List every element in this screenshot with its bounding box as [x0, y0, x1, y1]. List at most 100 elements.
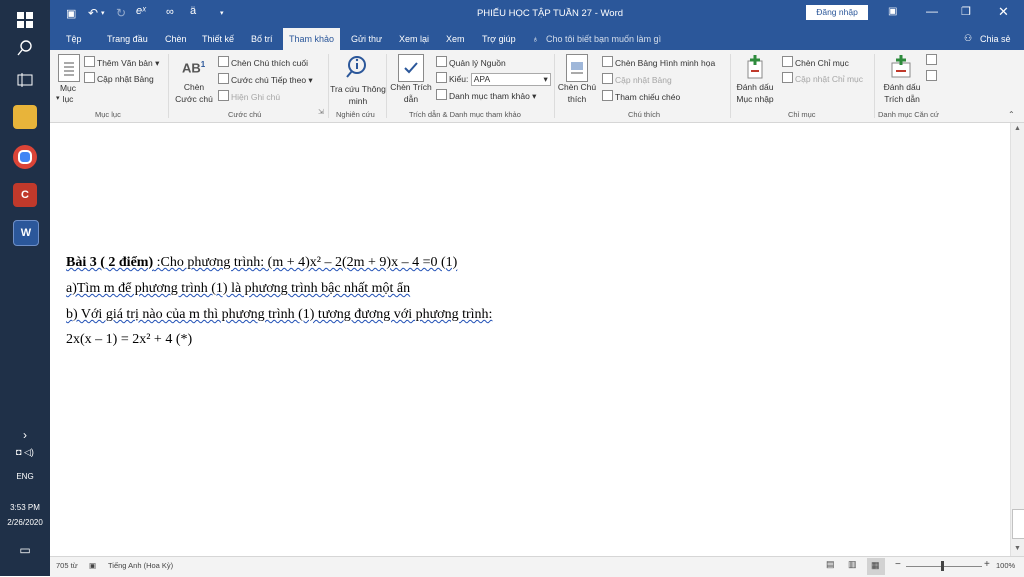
insert-caption-button[interactable]: Chèn Chú thích — [555, 81, 599, 105]
collapse-ribbon-icon[interactable]: ⌃ — [1008, 110, 1015, 119]
insert-citation-button[interactable]: Chèn Trích dẫn — [388, 81, 434, 105]
web-layout-icon: ▦ — [871, 560, 880, 570]
show-hidden-icons-chevron-icon[interactable]: › — [0, 428, 50, 442]
proofing-icon[interactable]: ▣ — [89, 561, 96, 570]
undo-icon[interactable]: ↶ — [88, 6, 98, 20]
web-layout-button[interactable]: ▦ — [867, 558, 885, 575]
ribbon-references: Mục lục ▾ Thêm Văn bản ▾ Cập nhật Bảng M… — [50, 50, 1024, 123]
tab-review[interactable]: Xem lại — [395, 28, 433, 50]
style-label: Kiểu: — [449, 74, 469, 84]
insert-table-of-figures-button[interactable]: Chèn Bảng Hình minh họa — [602, 56, 715, 68]
insert-index-button[interactable]: Chèn Chỉ mục — [782, 56, 849, 68]
chrome-icon[interactable] — [13, 145, 37, 169]
task-view-button[interactable] — [0, 60, 50, 100]
tab-file[interactable]: Tệp — [62, 28, 86, 50]
style-value: APA — [473, 74, 491, 84]
scroll-up-icon[interactable]: ▲ — [1014, 125, 1021, 132]
redo-icon[interactable]: ↻ — [116, 6, 126, 20]
mark-entry-button[interactable]: Đánh dấu Mục nhập — [732, 81, 778, 105]
zoom-in-button[interactable]: + — [984, 559, 990, 570]
tab-mailings[interactable]: Gửi thư — [347, 28, 386, 50]
tab-references[interactable]: Tham khảo — [283, 28, 341, 50]
save-icon[interactable]: ▣ — [66, 7, 76, 20]
clock-date[interactable]: 2/26/2020 — [0, 518, 50, 527]
smart-lookup-button[interactable]: Tra cứu Thông minh — [330, 83, 386, 107]
tab-help[interactable]: Trợ giúp — [478, 28, 520, 50]
word-count[interactable]: 705 từ — [56, 561, 78, 570]
update-table-of-authorities-icon[interactable] — [926, 70, 939, 82]
zoom-level[interactable]: 100% — [996, 561, 1015, 570]
vertical-scrollbar[interactable]: ▲ ▼ — [1010, 123, 1024, 556]
cross-reference-button[interactable]: Tham chiếu chéo — [602, 90, 680, 102]
style-dropdown[interactable]: APA ▾ — [470, 73, 551, 86]
zoom-slider-thumb[interactable] — [941, 561, 944, 571]
search-icon — [17, 40, 32, 56]
equation-star: 2x(x – 1) = 2x² + 4 (*) — [66, 332, 193, 347]
accent-symbol-icon[interactable]: ä — [190, 5, 196, 17]
group-citations-label: Trích dẫn & Danh mục tham khảo — [409, 110, 521, 119]
exercise-3-title: Bài 3 ( 2 điểm) — [66, 255, 154, 270]
action-center-icon[interactable]: ▭ — [0, 543, 50, 557]
insert-endnote-button[interactable]: Chèn Chú thích cuối — [218, 56, 308, 68]
share-button[interactable]: Chia sẻ — [976, 28, 1015, 50]
lightbulb-icon: ♁ — [532, 34, 539, 44]
show-notes-label: Hiện Ghi chú — [231, 92, 281, 102]
customize-qat-icon[interactable]: ▾ — [220, 9, 224, 17]
tab-insert[interactable]: Chèn — [161, 28, 191, 50]
smart-lookup-icon — [344, 54, 370, 80]
restore-button[interactable]: ❐ — [961, 5, 971, 18]
ccleaner-icon[interactable]: C — [13, 183, 37, 207]
update-table-button[interactable]: Cập nhật Bảng — [84, 72, 154, 84]
zoom-out-button[interactable]: − — [895, 559, 901, 570]
ribbon-tabs: Tệp Trang đầu Chèn Thiết kế Bố trí Tham … — [50, 28, 1024, 50]
update-index-button[interactable]: Cập nhật Chỉ mục — [782, 72, 863, 84]
tab-home[interactable]: Trang đầu — [103, 28, 152, 50]
tab-layout[interactable]: Bố trí — [247, 28, 277, 50]
language-indicator[interactable]: ENG — [0, 472, 50, 481]
close-button[interactable]: ✕ — [998, 4, 1009, 20]
manage-sources-label: Quản lý Nguồn — [449, 58, 506, 68]
manage-sources-button[interactable]: Quản lý Nguồn — [436, 56, 506, 68]
file-explorer-icon[interactable] — [13, 105, 37, 129]
cross-reference-label: Tham chiếu chéo — [615, 92, 681, 102]
word-app-icon[interactable]: W — [13, 220, 39, 246]
signin-button[interactable]: Đăng nhập — [806, 5, 868, 20]
print-layout-icon[interactable]: ▥ — [848, 559, 857, 570]
language-status[interactable]: Tiếng Anh (Hoa Kỳ) — [108, 561, 173, 570]
question-a: a)Tìm m để phương trình (1) là phương tr… — [66, 281, 411, 296]
insert-caption-icon — [566, 54, 588, 82]
zoom-slider[interactable] — [906, 566, 982, 567]
mark-citation-button[interactable]: Đánh dấu Trích dẫn — [876, 81, 928, 105]
update-figures-table-button[interactable]: Cập nhật Bảng — [602, 73, 672, 85]
minimize-button[interactable]: — — [926, 4, 938, 18]
bibliography-button[interactable]: Danh mục tham khảo ▾ — [436, 89, 536, 102]
undo-dropdown-icon[interactable]: ▾ — [101, 9, 105, 17]
next-footnote-button[interactable]: Cước chú Tiếp theo ▾ — [218, 73, 313, 86]
add-text-button[interactable]: Thêm Văn bản ▾ — [84, 56, 159, 69]
scroll-thumb[interactable] — [1012, 509, 1024, 539]
windows-logo-icon — [17, 12, 33, 28]
insert-index-label: Chèn Chỉ mục — [795, 58, 849, 68]
footnotes-dialog-launcher-icon[interactable]: ⇲ — [318, 108, 324, 116]
infinity-icon[interactable]: ∞ — [166, 6, 174, 18]
insert-table-of-authorities-icon[interactable] — [926, 54, 939, 66]
read-mode-icon[interactable]: ▤ — [826, 559, 835, 570]
scroll-down-icon[interactable]: ▼ — [1014, 545, 1021, 552]
clock-time[interactable]: 3:53 PM — [0, 503, 50, 512]
insert-endnote-label: Chèn Chú thích cuối — [231, 58, 309, 68]
tell-me-search[interactable]: Cho tôi biết bạn muốn làm gì — [542, 28, 665, 50]
bibliography-label: Danh mục tham khảo — [449, 91, 530, 101]
document-page[interactable]: Bài 3 ( 2 điểm) :Cho phương trình: (m + … — [50, 123, 1010, 556]
question-b: b) Với giá trị nào của m thì phương trìn… — [66, 307, 493, 322]
add-text-label: Thêm Văn bản — [97, 58, 153, 68]
insert-footnote-button[interactable]: Chèn Cước chú — [174, 81, 214, 105]
ribbon-display-options-icon[interactable]: ▣ — [888, 6, 897, 17]
speaker-icon[interactable]: ◘ ◁) — [0, 447, 50, 458]
toc-dropdown-icon[interactable]: ▾ — [56, 94, 60, 102]
tab-view[interactable]: Xem — [442, 28, 469, 50]
style-selector[interactable]: Kiểu: APA ▾ — [436, 72, 551, 86]
show-notes-button[interactable]: Hiện Ghi chú — [218, 90, 280, 102]
equation-icon[interactable]: eˣ — [136, 5, 146, 17]
insert-citation-icon — [398, 54, 424, 82]
tab-design[interactable]: Thiết kế — [198, 28, 238, 50]
